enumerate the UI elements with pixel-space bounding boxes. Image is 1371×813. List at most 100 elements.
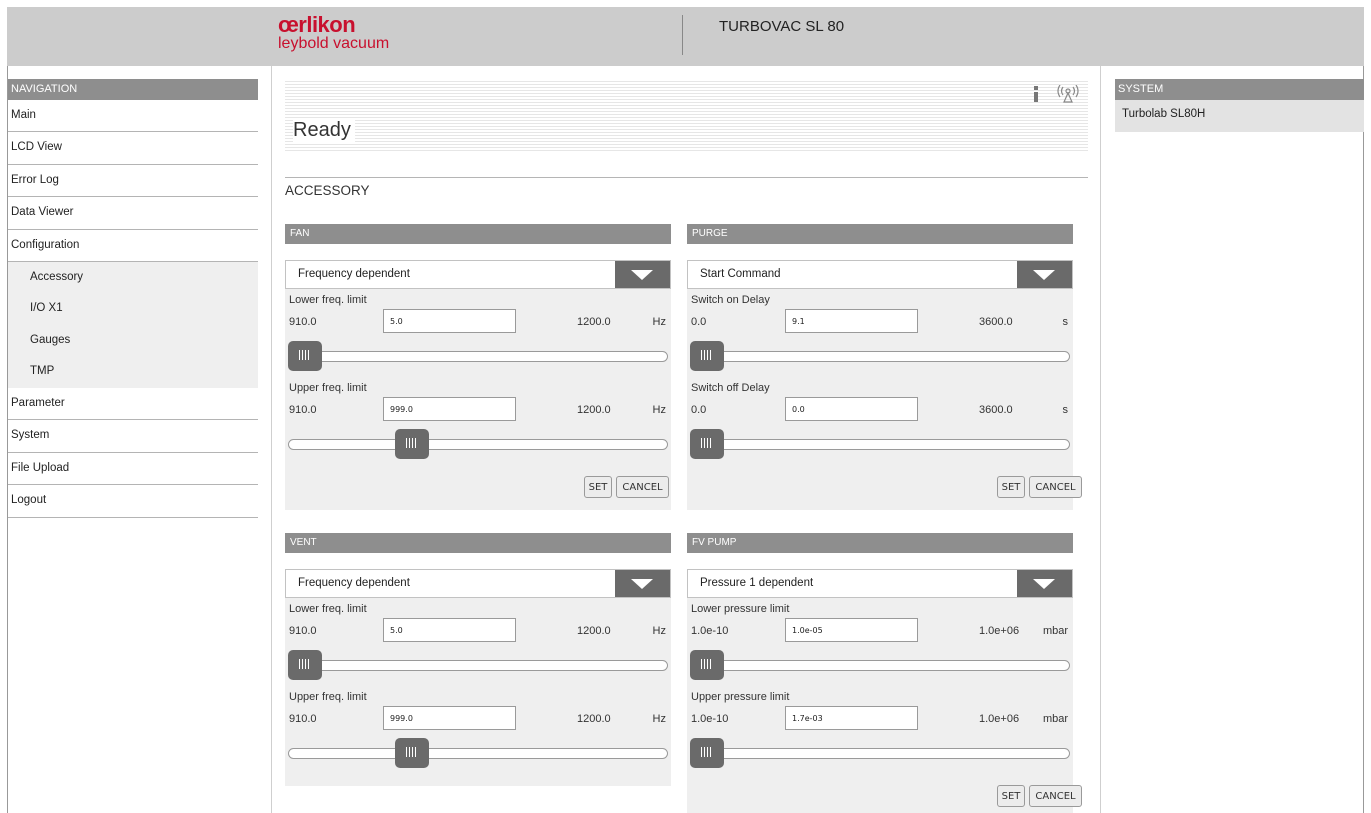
nav-subitem-tmp[interactable]: TMP: [8, 356, 258, 388]
nav-item-system[interactable]: System: [8, 420, 258, 453]
nav-item-lcd-view[interactable]: LCD View: [8, 132, 258, 165]
fan-settings: Lower freq. limit 910.0 1200.0 Hz Upper …: [285, 289, 671, 510]
fv-pump-lower-max: 1.0e+06: [979, 625, 1020, 637]
vent-upper-unit: Hz: [652, 713, 666, 725]
fan-upper-max: 1200.0: [577, 404, 611, 416]
grip-icon: [701, 747, 713, 757]
frame-border-right: [1363, 66, 1364, 813]
oerlikon-logo: œrlikon leybold vacuum: [278, 14, 390, 53]
purge-off-delay-unit: s: [1062, 404, 1069, 416]
info-icon[interactable]: [1029, 85, 1043, 103]
chevron-down-icon[interactable]: [615, 570, 670, 597]
fan-mode-select[interactable]: Frequency dependent: [285, 260, 671, 289]
fan-upper-slider[interactable]: [288, 439, 668, 450]
chevron-down-icon[interactable]: [1017, 261, 1072, 288]
chevron-down-icon[interactable]: [615, 261, 670, 288]
fv-pump-mode-value: Pressure 1 dependent: [700, 577, 814, 589]
fv-pump-mode-select[interactable]: Pressure 1 dependent: [687, 569, 1073, 598]
fan-upper-slider-handle[interactable]: [395, 429, 430, 459]
purge-off-delay-input[interactable]: [785, 397, 918, 421]
vent-panel: VENT Frequency dependent Lower freq. lim…: [285, 533, 671, 786]
purge-settings: Switch on Delay 0.0 3600.0 s Switch off …: [687, 289, 1082, 510]
nav-item-configuration[interactable]: Configuration: [8, 230, 258, 262]
nav-subitem-io-x1[interactable]: I/O X1: [8, 293, 258, 325]
fv-pump-panel: FV PUMP Pressure 1 dependent Lower press…: [687, 533, 1082, 813]
header-bar: œrlikon leybold vacuum TURBOVAC SL 80: [7, 7, 1364, 66]
vent-mode-select[interactable]: Frequency dependent: [285, 569, 671, 598]
fv-pump-set-button[interactable]: SET: [997, 785, 1025, 807]
fv-pump-lower-min: 1.0e-10: [691, 625, 729, 637]
fv-pump-upper-slider-handle[interactable]: [690, 738, 724, 768]
purge-off-delay-slider[interactable]: [690, 439, 1070, 450]
nav-item-main[interactable]: Main: [8, 100, 258, 133]
fan-lower-slider[interactable]: [288, 351, 668, 362]
nav-subitem-gauges[interactable]: Gauges: [8, 325, 258, 357]
vent-lower-slider-handle[interactable]: [288, 650, 322, 680]
fv-pump-upper-unit: mbar: [1042, 713, 1068, 725]
vent-upper-slider-handle[interactable]: [395, 738, 430, 768]
column-divider-left: [271, 66, 272, 813]
purge-on-delay-min: 0.0: [691, 316, 707, 328]
fan-lower-unit: Hz: [652, 316, 666, 328]
fan-upper-input[interactable]: [383, 397, 516, 421]
purge-off-delay-slider-handle[interactable]: [690, 429, 724, 459]
fv-pump-lower-slider-handle[interactable]: [690, 650, 724, 680]
grip-icon: [299, 350, 311, 360]
purge-set-button[interactable]: SET: [997, 476, 1025, 498]
status-text: Ready: [293, 119, 355, 142]
fv-pump-upper-input[interactable]: [785, 706, 918, 730]
status-display: Ready: [285, 79, 1088, 151]
vent-upper-input[interactable]: [383, 706, 516, 730]
nav-item-parameter[interactable]: Parameter: [8, 388, 258, 421]
grip-icon: [406, 438, 419, 448]
purge-on-delay-slider[interactable]: [690, 351, 1070, 362]
section-divider: [285, 177, 1088, 178]
purge-mode-select[interactable]: Start Command: [687, 260, 1073, 289]
brand-subtitle: leybold vacuum: [278, 35, 390, 52]
nav-subitem-accessory[interactable]: Accessory: [8, 262, 258, 294]
fan-mode-value: Frequency dependent: [298, 268, 410, 280]
fan-lower-slider-handle[interactable]: [288, 341, 322, 371]
nav-item-data-viewer[interactable]: Data Viewer: [8, 197, 258, 230]
chevron-down-icon[interactable]: [1017, 570, 1072, 597]
grip-icon: [701, 659, 713, 669]
vent-lower-slider[interactable]: [288, 660, 668, 671]
fan-set-button[interactable]: SET: [584, 476, 612, 498]
wireless-icon[interactable]: [1057, 85, 1079, 103]
fan-lower-max: 1200.0: [577, 316, 611, 328]
purge-on-delay-unit: s: [1062, 316, 1069, 328]
fv-pump-upper-label: Upper pressure limit: [691, 691, 790, 703]
purge-cancel-button[interactable]: CANCEL: [1029, 476, 1082, 498]
fan-upper-label: Upper freq. limit: [289, 382, 367, 394]
fv-pump-cancel-button[interactable]: CANCEL: [1029, 785, 1082, 807]
section-title: ACCESSORY: [285, 183, 370, 198]
fv-pump-lower-input[interactable]: [785, 618, 918, 642]
fan-upper-unit: Hz: [652, 404, 666, 416]
purge-off-delay-label: Switch off Delay: [691, 382, 770, 394]
vent-lower-label: Lower freq. limit: [289, 603, 367, 615]
vent-lower-max: 1200.0: [577, 625, 611, 637]
purge-off-delay-min: 0.0: [691, 404, 707, 416]
vent-upper-slider[interactable]: [288, 748, 668, 759]
vent-lower-unit: Hz: [652, 625, 666, 637]
fan-upper-min: 910.0: [289, 404, 317, 416]
vent-lower-min: 910.0: [289, 625, 317, 637]
nav-item-logout[interactable]: Logout: [8, 485, 258, 518]
nav-item-error-log[interactable]: Error Log: [8, 165, 258, 198]
fan-cancel-button[interactable]: CANCEL: [616, 476, 669, 498]
nav-item-file-upload[interactable]: File Upload: [8, 453, 258, 486]
fv-pump-upper-slider[interactable]: [690, 748, 1070, 759]
purge-mode-value: Start Command: [700, 268, 781, 280]
fan-panel: FAN Frequency dependent Lower freq. limi…: [285, 224, 671, 510]
header-divider: [682, 15, 683, 55]
vent-panel-heading: VENT: [285, 533, 671, 553]
vent-lower-input[interactable]: [383, 618, 516, 642]
purge-on-delay-input[interactable]: [785, 309, 918, 333]
fan-panel-heading: FAN: [285, 224, 671, 244]
fv-pump-lower-slider[interactable]: [690, 660, 1070, 671]
fan-lower-input[interactable]: [383, 309, 516, 333]
grip-icon: [701, 438, 713, 448]
system-device-name: Turbolab SL80H: [1115, 100, 1364, 132]
fan-lower-label: Lower freq. limit: [289, 294, 367, 306]
purge-on-delay-slider-handle[interactable]: [690, 341, 724, 371]
